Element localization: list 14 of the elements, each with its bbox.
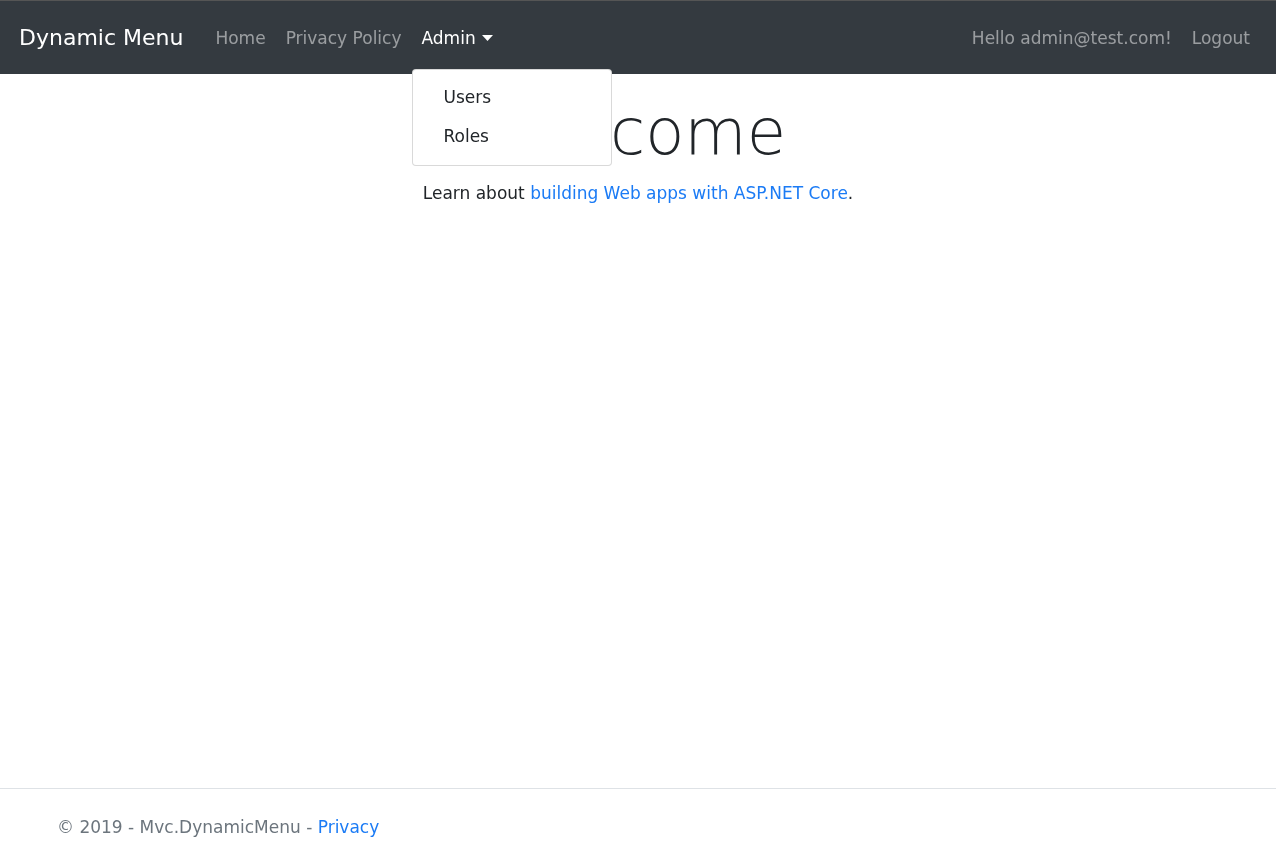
welcome-heading: come: [610, 94, 787, 171]
caret-icon: [481, 34, 493, 41]
nav-link[interactable]: Privacy Policy: [275, 19, 412, 56]
menu-item[interactable]: Users: [413, 77, 612, 117]
footer-text: © 2019 - Mvc.DynamicMenu - Privacy: [57, 817, 380, 837]
docs-link[interactable]: building Web apps with ASP.NET Core: [530, 182, 848, 203]
brand-link[interactable]: Dynamic Menu: [19, 25, 184, 50]
nav-link[interactable]: Admin: [411, 19, 503, 56]
greeting-text: Hello admin@test.com!: [970, 26, 1173, 50]
privacy-link[interactable]: Privacy: [317, 817, 380, 837]
lead-text: Learn about building Web apps with ASP.NET Core.: [421, 182, 855, 203]
menu-item[interactable]: Roles: [413, 117, 612, 157]
logout-link[interactable]: Logout: [1181, 19, 1260, 56]
nav-link[interactable]: Home: [205, 19, 276, 56]
